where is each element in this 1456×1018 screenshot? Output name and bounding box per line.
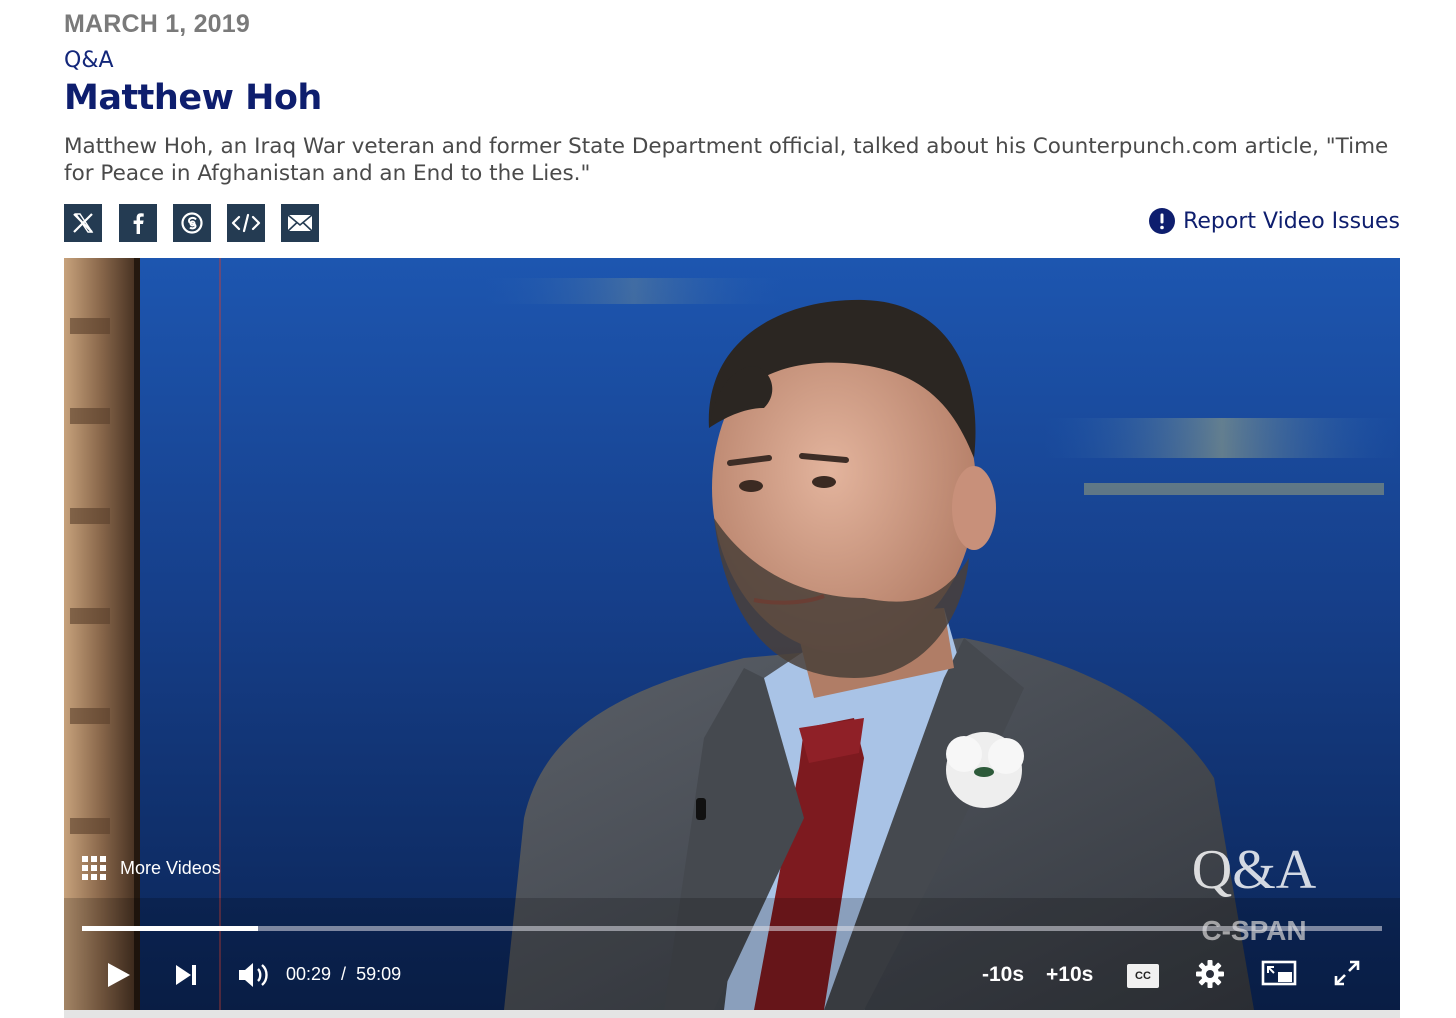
more-videos-label: More Videos: [120, 857, 221, 878]
program-series-link[interactable]: Q&A: [64, 48, 114, 73]
page-title: Matthew Hoh: [64, 78, 322, 118]
volume-button[interactable]: [236, 958, 272, 992]
current-time: 00:29: [286, 964, 332, 984]
share-email-button[interactable]: [281, 204, 319, 242]
play-icon: [108, 963, 130, 987]
video-player[interactable]: Q&A C-SPAN More Videos 00:29 / 59:09 -10…: [64, 258, 1400, 1010]
forward-10s-button[interactable]: +10s: [1046, 963, 1093, 987]
expand-icon: [1334, 960, 1360, 986]
air-date: MARCH 1, 2019: [64, 10, 250, 38]
share-threads-button[interactable]: [173, 204, 211, 242]
embed-icon: [231, 213, 261, 233]
grid-icon: [82, 856, 106, 880]
email-icon: [287, 214, 313, 232]
duration: 59:09: [356, 964, 402, 984]
volume-icon: [239, 963, 268, 987]
threads-icon: [181, 212, 203, 234]
skip-next-icon: [176, 965, 196, 985]
share-embed-button[interactable]: [227, 204, 265, 242]
more-videos-button[interactable]: More Videos: [82, 856, 221, 880]
play-button[interactable]: [104, 958, 134, 992]
watermark-qa: Q&A: [1192, 839, 1317, 901]
report-video-issues-link[interactable]: Report Video Issues: [1149, 208, 1400, 234]
report-label: Report Video Issues: [1183, 208, 1400, 234]
exclamation-icon: [1149, 208, 1176, 234]
fullscreen-button[interactable]: [1332, 958, 1362, 988]
page-bottom-strip: [64, 1010, 1400, 1018]
picture-in-picture-icon: [1261, 960, 1297, 986]
closed-captions-button[interactable]: CC: [1127, 964, 1159, 988]
rewind-10s-button[interactable]: -10s: [982, 963, 1024, 987]
time-separator: /: [341, 964, 347, 984]
picture-in-picture-button[interactable]: [1260, 958, 1298, 988]
share-x-button[interactable]: [64, 204, 102, 242]
progress-bar[interactable]: [82, 926, 1382, 931]
gear-icon: [1196, 960, 1224, 988]
video-frame: Q&A C-SPAN: [64, 258, 1400, 1010]
progress-fill: [82, 926, 258, 931]
settings-button[interactable]: [1194, 958, 1226, 990]
share-facebook-button[interactable]: [119, 204, 157, 242]
time-display: 00:29 / 59:09: [286, 964, 401, 985]
facebook-icon: [133, 213, 144, 234]
next-button[interactable]: [172, 958, 200, 992]
x-icon: [73, 213, 94, 233]
video-description: Matthew Hoh, an Iraq War veteran and for…: [64, 134, 1389, 186]
